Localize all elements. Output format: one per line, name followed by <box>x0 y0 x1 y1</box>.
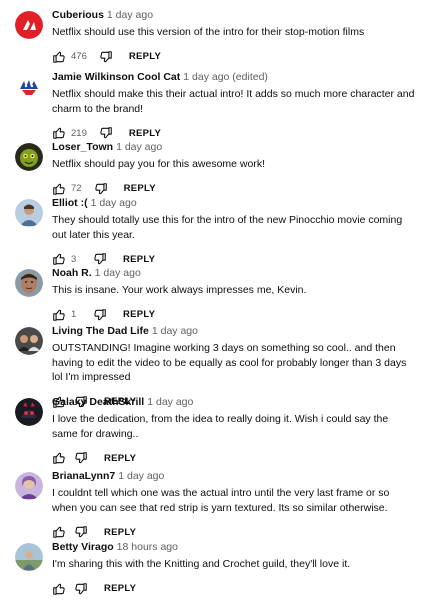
comment-header: Noah R. 1 day ago <box>52 266 415 280</box>
comment-actions: REPLY <box>52 450 415 466</box>
comment-text: Netflix should pay you for this awesome … <box>52 158 266 170</box>
thumbs-down-icon[interactable] <box>99 126 113 140</box>
thumbs-down-icon[interactable] <box>74 582 88 596</box>
comment-header: Galaxy DeathSkrill 1 day ago <box>52 395 415 409</box>
comment-text: They should totally use this for the int… <box>52 214 403 241</box>
reply-button[interactable]: REPLY <box>123 309 155 320</box>
comment-text: I couldnt tell which one was the actual … <box>52 487 390 514</box>
comment-timestamp[interactable]: 1 day ago <box>118 470 164 482</box>
thumbs-up-icon[interactable] <box>52 451 66 465</box>
purple-portrait-avatar[interactable] <box>15 472 43 500</box>
reply-button[interactable]: REPLY <box>129 51 161 62</box>
comment-timestamp[interactable]: 1 day ago (edited) <box>183 71 268 83</box>
comment-actions: REPLY <box>52 581 415 597</box>
comment-timestamp[interactable]: 1 day ago <box>91 197 137 209</box>
comment-author[interactable]: Loser_Town <box>52 141 113 153</box>
thumbs-up-icon[interactable] <box>52 182 66 196</box>
thumbs-down-icon[interactable] <box>93 252 107 266</box>
thumbs-down-icon[interactable] <box>94 182 108 196</box>
comment-header: Loser_Town 1 day ago <box>52 140 415 154</box>
reply-button[interactable]: REPLY <box>104 527 136 538</box>
thumbs-up-icon[interactable] <box>52 50 66 64</box>
thumbs-down-icon[interactable] <box>99 50 113 64</box>
thumbs-up-icon[interactable] <box>52 126 66 140</box>
comment-actions: REPLY <box>52 524 415 540</box>
comment-timestamp[interactable]: 1 day ago <box>152 325 198 337</box>
comment-timestamp[interactable]: 1 day ago <box>147 396 193 408</box>
thumbs-up-icon[interactable] <box>52 252 66 266</box>
comment-timestamp[interactable]: 1 day ago <box>116 141 162 153</box>
like-count: 219 <box>71 127 87 139</box>
comment-author[interactable]: Living The Dad Life <box>52 325 149 337</box>
reply-button[interactable]: REPLY <box>129 128 161 139</box>
comment-actions: 72 REPLY <box>52 181 415 197</box>
comment-header: BrianaLynn7 1 day ago <box>52 469 415 483</box>
comment-author[interactable]: Galaxy DeathSkrill <box>52 396 144 408</box>
thumbs-up-icon[interactable] <box>52 525 66 539</box>
comment-author[interactable]: Cuberious <box>52 9 104 21</box>
comment-header: Living The Dad Life 1 day ago <box>52 324 415 338</box>
comment-author[interactable]: Betty Virago <box>52 541 114 553</box>
comment-actions: 1 REPLY <box>52 307 415 323</box>
like-count: 72 <box>71 183 82 194</box>
comment-author[interactable]: Noah R. <box>52 267 92 279</box>
comment-header: Cuberious 1 day ago <box>52 8 415 22</box>
reply-button[interactable]: REPLY <box>124 183 156 194</box>
reply-button[interactable]: REPLY <box>104 583 136 594</box>
reply-button[interactable]: REPLY <box>104 453 136 464</box>
comment-text: I love the dedication, from the idea to … <box>52 413 389 440</box>
like-count: 476 <box>71 51 87 62</box>
comment-actions: 3 REPLY <box>52 251 415 267</box>
face-photo-avatar[interactable] <box>15 269 43 297</box>
group-photo-avatar[interactable] <box>15 327 43 355</box>
cat-drawing-avatar[interactable] <box>15 73 43 101</box>
comment-header: Jamie Wilkinson Cool Cat 1 day ago (edite… <box>52 70 415 84</box>
reply-button[interactable]: REPLY <box>123 254 155 265</box>
thumbs-up-icon[interactable] <box>52 582 66 596</box>
thumbs-down-icon[interactable] <box>93 308 107 322</box>
comment-timestamp[interactable]: 1 day ago <box>107 9 153 21</box>
comment-author[interactable]: Elliot :( <box>52 197 88 209</box>
thumbs-up-icon[interactable] <box>52 308 66 322</box>
like-count: 3 <box>71 253 77 265</box>
like-count: 1 <box>71 309 77 320</box>
dark-character-avatar[interactable] <box>15 398 43 426</box>
outdoor-photo-avatar[interactable] <box>15 543 43 571</box>
comment-text: Netflix should make this their actual in… <box>52 88 415 115</box>
comment-text: Netflix should use this version of the i… <box>52 26 365 38</box>
comment-actions: 476 REPLY <box>52 49 415 65</box>
comment-author[interactable]: BrianaLynn7 <box>52 470 115 482</box>
thumbs-down-icon[interactable] <box>74 451 88 465</box>
comment-text: I'm sharing this with the Knitting and C… <box>52 558 351 570</box>
comment-header: Betty Virago 18 hours ago <box>52 540 415 554</box>
cuberious-logo-avatar[interactable] <box>15 11 43 39</box>
comment-actions: 219 REPLY <box>52 125 415 141</box>
comment-text: This is insane. Your work always impress… <box>52 284 307 296</box>
comment-text: OUTSTANDING! Imagine working 3 days on s… <box>52 342 407 383</box>
green-character-avatar[interactable] <box>15 143 43 171</box>
person-photo-avatar[interactable] <box>15 199 43 227</box>
comment-author[interactable]: Jamie Wilkinson Cool Cat <box>52 71 180 83</box>
thumbs-down-icon[interactable] <box>74 525 88 539</box>
comment-timestamp[interactable]: 1 day ago <box>95 267 141 279</box>
comment-header: Elliot :(1 day ago <box>52 196 415 210</box>
comment-timestamp[interactable]: 18 hours ago <box>117 541 178 553</box>
